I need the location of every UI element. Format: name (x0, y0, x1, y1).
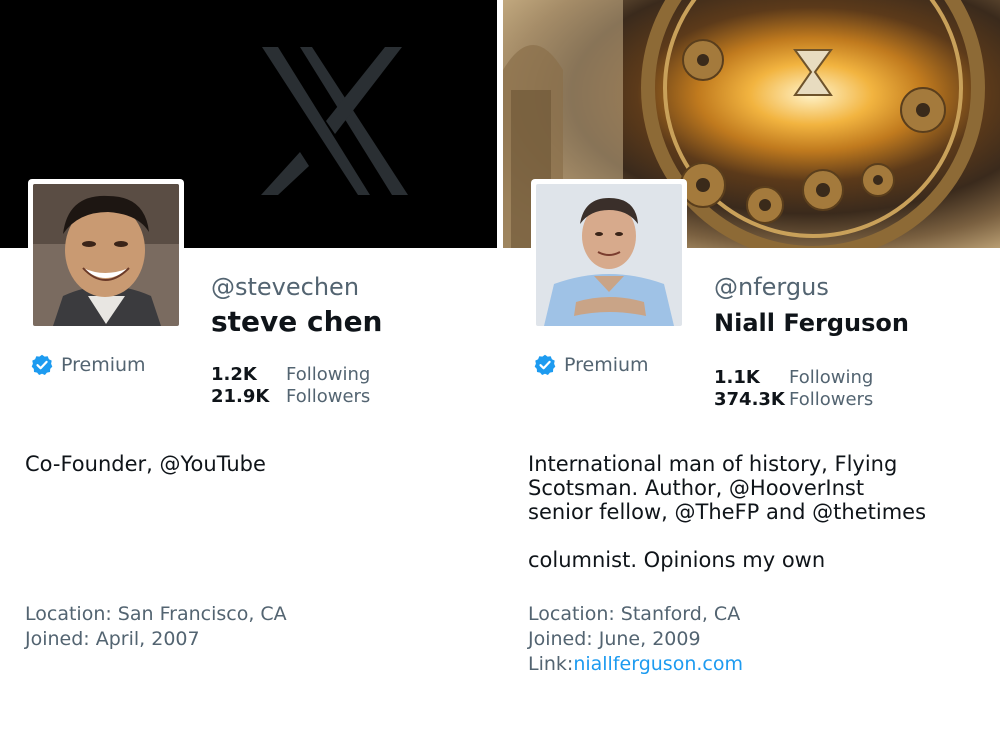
avatar-frame[interactable] (28, 179, 184, 331)
profile-handle[interactable]: @stevechen (211, 273, 359, 301)
profile-link[interactable]: niallferguson.com (573, 653, 743, 675)
bio-line: columnist. Opinions my own (528, 548, 826, 572)
link-label: Link: (528, 653, 574, 675)
following-count: 1.2K (211, 364, 257, 385)
followers-label: Followers (286, 386, 371, 407)
verified-badge-icon (31, 354, 53, 375)
profile-card-nfergus: @nfergus Niall Ferguson Premium 1.1K Fol… (503, 0, 1000, 745)
avatar-photo (33, 184, 179, 326)
profile-name[interactable]: Niall Ferguson (714, 309, 909, 337)
verified-badge-icon (534, 354, 556, 375)
bio-line: Scotsman. Author, @HooverInst (528, 476, 865, 500)
premium-label: Premium (564, 354, 649, 376)
profile-name[interactable]: steve chen (211, 305, 383, 338)
following-stat[interactable]: 1.1K Following (714, 367, 873, 389)
followers-stat[interactable]: 374.3K Followers (714, 389, 873, 411)
premium-badge[interactable]: Premium (31, 354, 146, 376)
profile-meta: Location: San Francisco, CA Joined: Apri… (25, 602, 287, 652)
bio-line: senior fellow, @TheFP and @thetimes (528, 500, 927, 524)
following-stat[interactable]: 1.2K Following (211, 364, 370, 386)
bio-line: International man of history, Flying (528, 452, 898, 476)
followers-count: 21.9K (211, 386, 270, 407)
following-label: Following (789, 367, 874, 388)
profile-link-row: Link:niallferguson.com (528, 652, 743, 677)
premium-label: Premium (61, 354, 146, 376)
avatar-frame[interactable] (531, 179, 687, 331)
location-text: Location: Stanford, CA (528, 603, 741, 625)
bio-line: Co-Founder, @YouTube (25, 452, 266, 476)
following-label: Following (286, 364, 371, 385)
profile-card-stevechen: @stevechen steve chen Premium 1.2K Follo… (0, 0, 497, 745)
avatar-photo (536, 184, 682, 326)
joined-text: Joined: June, 2009 (528, 628, 701, 650)
profile-bio: Co-Founder, @YouTube (25, 452, 475, 476)
avatar[interactable] (536, 184, 682, 326)
followers-label: Followers (789, 389, 874, 410)
profile-handle[interactable]: @nfergus (714, 273, 829, 301)
avatar[interactable] (33, 184, 179, 326)
follow-stats: 1.2K Following 21.9K Followers (211, 364, 370, 408)
bio-spacer (528, 524, 978, 548)
profile-bio: International man of history, Flying Sco… (528, 452, 978, 572)
location-text: Location: San Francisco, CA (25, 603, 287, 625)
profile-meta: Location: Stanford, CA Joined: June, 200… (528, 602, 743, 677)
premium-badge[interactable]: Premium (534, 354, 649, 376)
joined-text: Joined: April, 2007 (25, 628, 200, 650)
followers-count: 374.3K (714, 389, 785, 410)
followers-stat[interactable]: 21.9K Followers (211, 386, 370, 408)
following-count: 1.1K (714, 367, 760, 388)
follow-stats: 1.1K Following 374.3K Followers (714, 367, 873, 411)
